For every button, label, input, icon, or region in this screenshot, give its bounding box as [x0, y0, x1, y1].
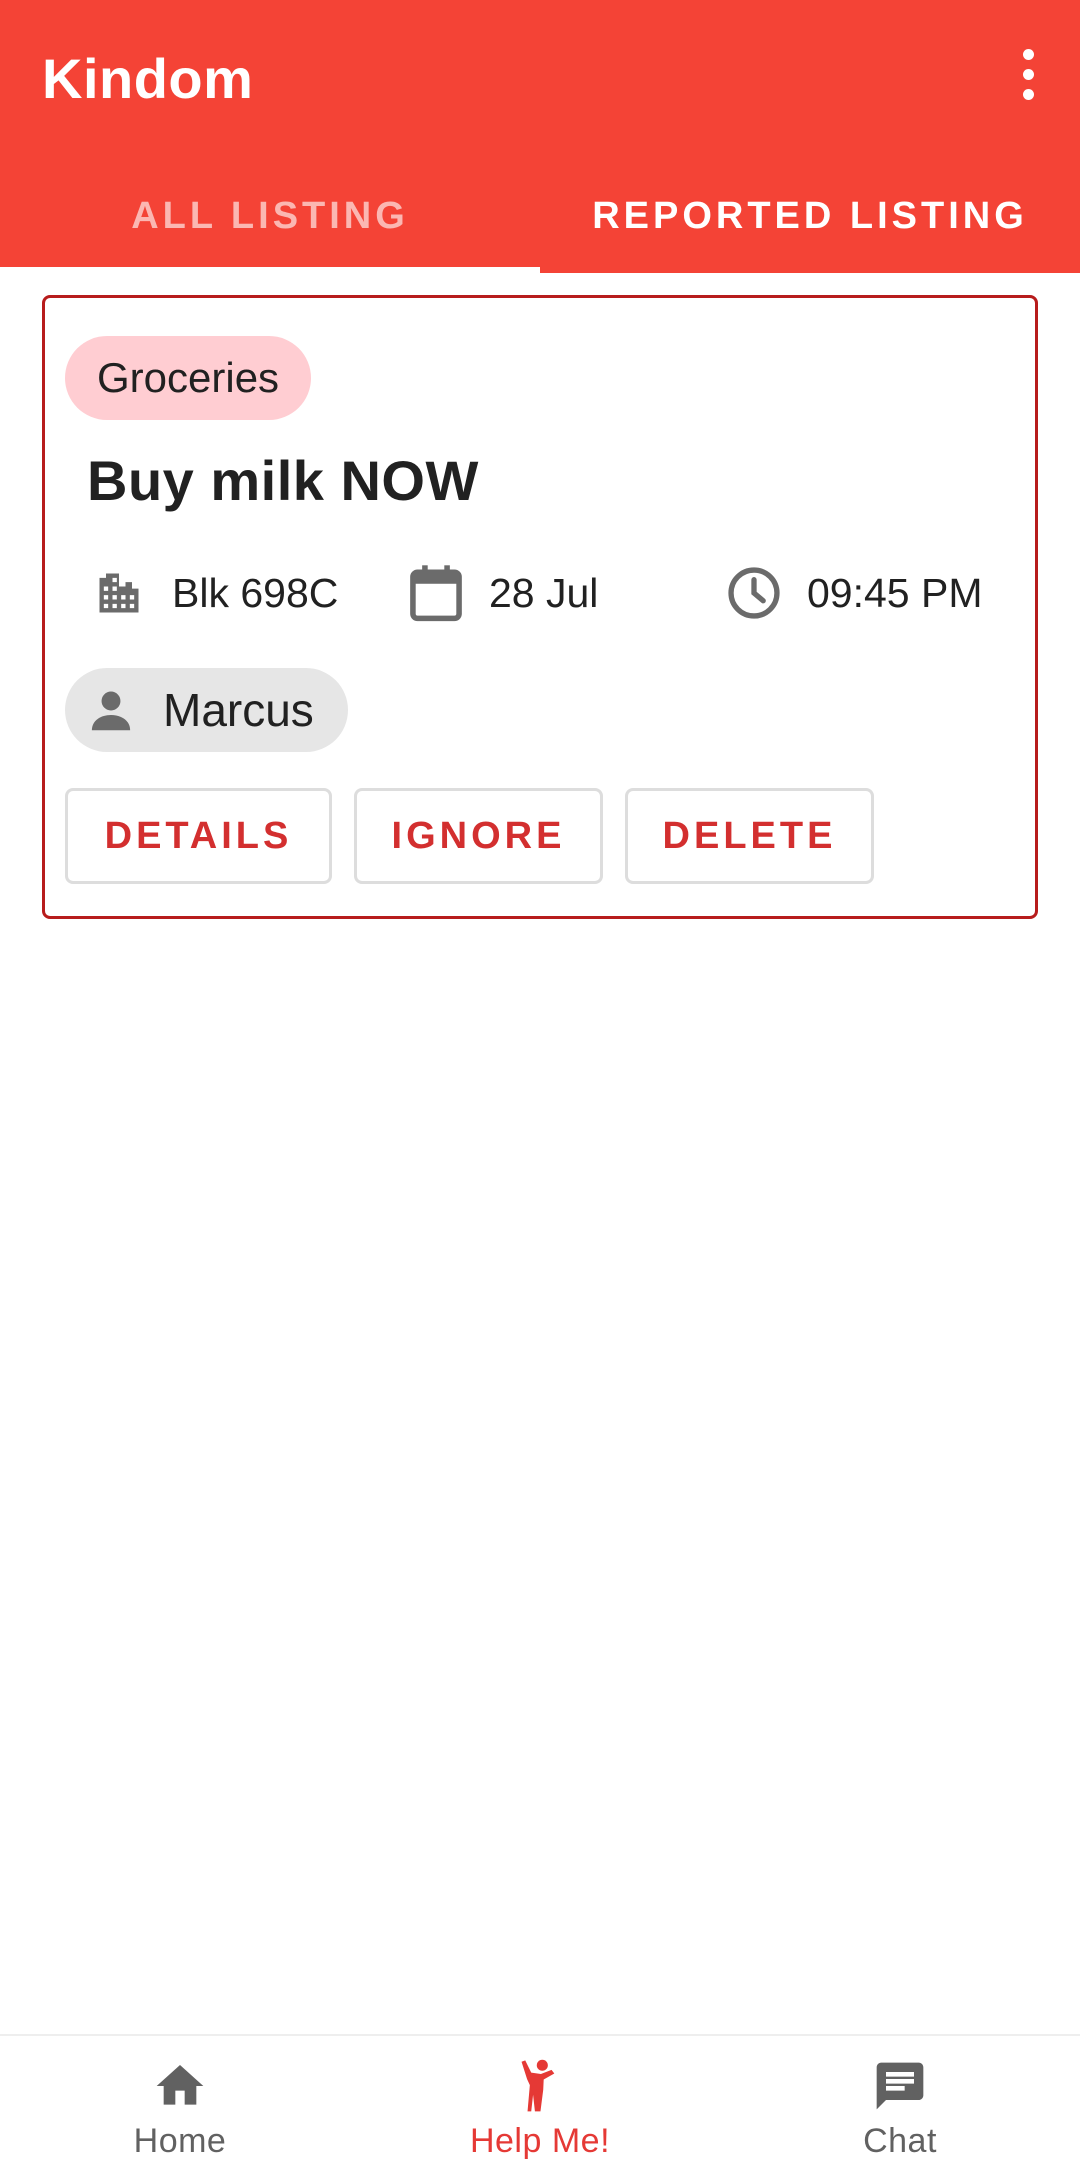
nav-label-home: Home — [133, 2122, 227, 2160]
nav-item-help-me[interactable]: Help Me! — [360, 2036, 720, 2182]
date-text: 28 Jul — [489, 569, 599, 616]
listing-time: 09:45 PM — [725, 560, 983, 626]
app-bar: Kindom ALL LISTING REPORTED LISTING — [0, 0, 1080, 273]
more-vert-icon[interactable] — [996, 40, 1060, 108]
card-actions: DETAILS IGNORE DELETE — [65, 788, 874, 884]
person-icon — [79, 678, 143, 742]
user-name: Marcus — [163, 684, 314, 736]
time-text: 09:45 PM — [807, 569, 983, 616]
location-text: Blk 698C — [172, 569, 339, 616]
calendar-icon — [407, 564, 465, 622]
nav-label-chat: Chat — [863, 2122, 937, 2160]
details-button[interactable]: DETAILS — [65, 788, 332, 884]
waving-person-icon — [510, 2056, 570, 2116]
app-title: Kindom — [42, 47, 254, 110]
menu-dot — [1022, 48, 1034, 60]
listing-tabs: ALL LISTING REPORTED LISTING — [0, 160, 1080, 273]
listing-title: Buy milk NOW — [87, 449, 479, 512]
listing-card: Groceries Buy milk NOW Blk 698C 28 Jul 0… — [42, 295, 1038, 919]
menu-dot — [1022, 88, 1034, 100]
tab-indicator — [0, 267, 540, 273]
bottom-navigation: Home Help Me! Chat — [0, 2034, 1080, 2182]
building-icon — [90, 564, 148, 622]
user-chip[interactable]: Marcus — [65, 668, 348, 752]
home-icon — [150, 2056, 210, 2116]
nav-item-home[interactable]: Home — [0, 2036, 360, 2182]
nav-label-help-me: Help Me! — [469, 2122, 611, 2160]
category-chip: Groceries — [65, 336, 312, 420]
nav-item-chat[interactable]: Chat — [720, 2036, 1080, 2182]
clock-icon — [725, 564, 783, 622]
chat-icon — [870, 2056, 930, 2116]
delete-button[interactable]: DELETE — [625, 788, 874, 884]
menu-dot — [1022, 68, 1034, 80]
listing-date: 28 Jul — [407, 560, 598, 626]
app-screen: Kindom ALL LISTING REPORTED LISTING Groc… — [0, 0, 1080, 2182]
tab-all-listing[interactable]: ALL LISTING — [0, 160, 540, 273]
tab-reported-listing[interactable]: REPORTED LISTING — [540, 160, 1080, 273]
listing-location: Blk 698C — [90, 560, 338, 626]
ignore-button[interactable]: IGNORE — [354, 788, 603, 884]
